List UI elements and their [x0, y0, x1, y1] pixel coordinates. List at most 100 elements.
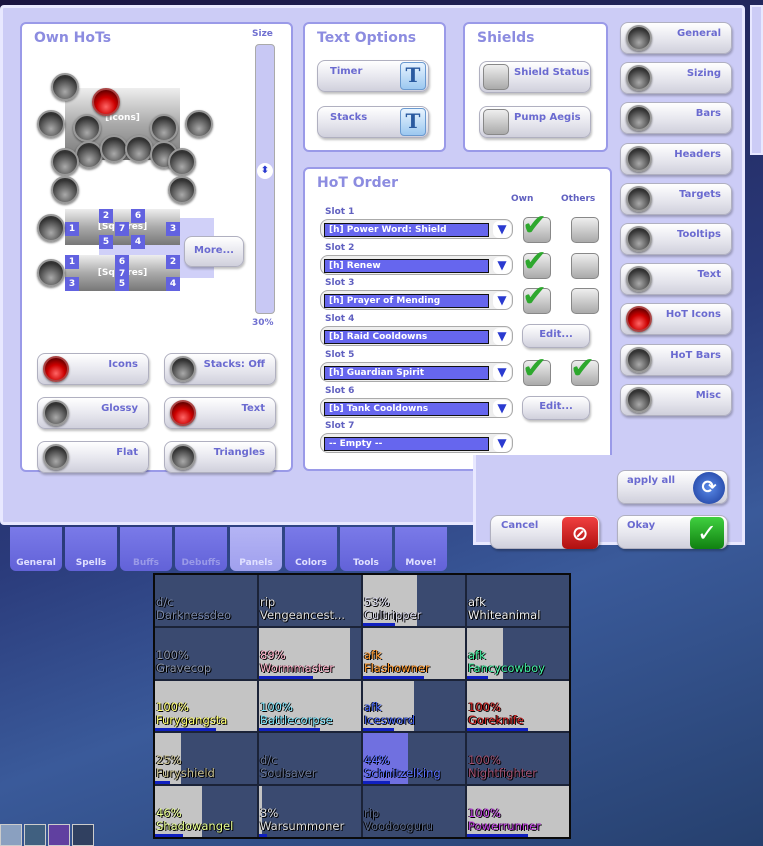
unit-frame[interactable]: 100% Goreknife: [467, 680, 569, 732]
anchor-radio[interactable]: [51, 176, 79, 204]
buff-icon[interactable]: [0, 824, 22, 846]
anchor-radio[interactable]: [168, 176, 196, 204]
toggle-text[interactable]: Text: [164, 397, 276, 429]
own-checkbox[interactable]: ✔: [522, 244, 551, 279]
tab-colors[interactable]: Colors: [285, 527, 337, 571]
anchor-radio[interactable]: [51, 148, 79, 176]
unit-frame[interactable]: 100% Nightfighter: [467, 733, 569, 785]
toggle-icons[interactable]: Icons: [37, 353, 149, 385]
tab-buffs[interactable]: Buffs: [120, 527, 172, 571]
tab-general[interactable]: General: [10, 527, 62, 571]
others-checkbox[interactable]: [571, 252, 599, 279]
unit-frame[interactable]: afk Flashowner: [363, 627, 465, 679]
edit-button[interactable]: Edit...: [522, 395, 590, 420]
square-num: 3: [65, 277, 79, 291]
unit-frame[interactable]: 100% Powerrunner: [467, 786, 569, 837]
unit-frame[interactable]: d/c Darknessdeo: [155, 575, 257, 626]
tab-panels[interactable]: Panels: [230, 527, 282, 571]
anchor-radio[interactable]: [168, 148, 196, 176]
check-icon: ✔: [522, 208, 548, 243]
category-misc[interactable]: Misc: [620, 383, 732, 416]
slot-dropdown[interactable]: [b] Raid Cooldowns ▼: [320, 326, 513, 347]
anchor-radio-selected[interactable]: [92, 88, 120, 116]
edit-button[interactable]: Edit...: [522, 324, 590, 349]
unit-frame[interactable]: 100% Gravecop: [155, 627, 257, 679]
unit-name: Powerrunner: [468, 818, 541, 833]
unit-frame[interactable]: 89% Wormmaster: [259, 627, 361, 679]
category-bars[interactable]: Bars: [620, 102, 732, 135]
own-checkbox[interactable]: ✔: [522, 351, 551, 386]
slot-dropdown[interactable]: [h] Prayer of Mending ▼: [320, 290, 513, 311]
slot-dropdown[interactable]: -- Empty -- ▼: [320, 433, 513, 454]
category-hot-icons[interactable]: HoT Icons: [620, 303, 732, 336]
pump-aegis-toggle[interactable]: Pump Aegis: [479, 106, 591, 138]
slot-dropdown[interactable]: [h] Guardian Spirit ▼: [320, 361, 513, 382]
buff-icon[interactable]: [24, 824, 46, 846]
okay-button[interactable]: Okay ✓: [617, 515, 728, 549]
toggle-stacks-off[interactable]: Stacks: Off: [164, 353, 276, 385]
anchor-radio[interactable]: [100, 135, 128, 163]
slot-dropdown[interactable]: [h] Power Word: Shield ▼: [320, 219, 513, 239]
slot-dropdown[interactable]: [h] Renew ▼: [320, 254, 513, 275]
others-checkbox[interactable]: [571, 288, 599, 315]
anchor-radio[interactable]: [73, 114, 101, 142]
category-tooltips[interactable]: Tooltips: [620, 223, 732, 255]
more-button[interactable]: More...: [184, 236, 244, 267]
category-hot-bars[interactable]: HoT Bars: [620, 343, 732, 376]
anchor-radio[interactable]: [37, 259, 65, 287]
anchor-radio[interactable]: [185, 110, 213, 138]
apply-all-button[interactable]: apply all ⟳: [617, 470, 728, 504]
anchor-radio[interactable]: [37, 214, 65, 242]
toggle-flat[interactable]: Flat: [37, 441, 149, 473]
category-text[interactable]: Text: [620, 263, 732, 296]
unit-frame[interactable]: rip Vengeancest...: [259, 575, 361, 626]
anchor-radio[interactable]: [37, 110, 65, 138]
radio-indicator: [43, 400, 69, 426]
unit-frame[interactable]: 100% Battlecorpse: [259, 680, 361, 732]
unit-name: Furyshield: [156, 766, 215, 781]
unit-frame[interactable]: d/c Soulsaver: [259, 733, 361, 785]
unit-name: Voodooguru: [364, 818, 434, 833]
unit-frame[interactable]: 3% Warsummoner: [259, 786, 361, 837]
toggle-triangles[interactable]: Triangles: [164, 441, 276, 473]
shield-status-toggle[interactable]: Shield Status: [479, 61, 591, 93]
unit-frame[interactable]: rip Voodooguru: [363, 786, 465, 837]
unit-frame[interactable]: afk Whiteanimal: [467, 575, 569, 626]
anchor-radio[interactable]: [125, 135, 153, 163]
size-slider[interactable]: ⬍: [255, 44, 275, 314]
others-checkbox[interactable]: [571, 217, 599, 243]
tab-tools[interactable]: Tools: [340, 527, 392, 571]
mana-bar: [363, 781, 390, 785]
unit-frame[interactable]: afk Icesword: [363, 680, 465, 732]
buff-icon[interactable]: [72, 824, 94, 846]
anchor-radio[interactable]: [150, 114, 178, 142]
buff-icon[interactable]: [48, 824, 70, 846]
unit-frame[interactable]: 25% Furyshield: [155, 733, 257, 785]
own-checkbox[interactable]: ✔: [522, 208, 551, 243]
tab-move[interactable]: Move!: [395, 527, 447, 571]
unit-frame[interactable]: 46% Shadowangel: [155, 786, 257, 837]
timer-button[interactable]: Timer T: [317, 60, 429, 92]
unit-frame[interactable]: 100% Furygangsta: [155, 680, 257, 732]
unit-frame[interactable]: 44% Schnitzelking: [363, 733, 465, 785]
toggle-glossy[interactable]: Glossy: [37, 397, 149, 429]
own-checkbox[interactable]: ✔: [522, 279, 551, 315]
category-headers[interactable]: Headers: [620, 142, 732, 175]
category-sizing[interactable]: Sizing: [620, 62, 732, 95]
anchor-radio[interactable]: [75, 141, 103, 169]
slider-handle[interactable]: ⬍: [257, 163, 273, 179]
others-checkbox[interactable]: ✔: [570, 351, 599, 386]
cancel-button[interactable]: Cancel ⊘: [490, 515, 600, 549]
slot-value: [h] Guardian Spirit: [324, 365, 489, 380]
category-targets[interactable]: Targets: [620, 182, 732, 215]
stacks-button[interactable]: Stacks T: [317, 106, 429, 138]
anchor-radio[interactable]: [51, 73, 79, 101]
mana-bar: [363, 728, 394, 732]
unit-status: rip: [260, 594, 276, 609]
unit-frame[interactable]: 53% Cultripper: [363, 575, 465, 626]
slot-dropdown[interactable]: [b] Tank Cooldowns ▼: [320, 397, 513, 418]
tab-spells[interactable]: Spells: [65, 527, 117, 571]
unit-frame[interactable]: afk Fancycowboy: [467, 627, 569, 679]
tab-debuffs[interactable]: Debuffs: [175, 527, 227, 571]
category-general[interactable]: General: [620, 22, 732, 54]
